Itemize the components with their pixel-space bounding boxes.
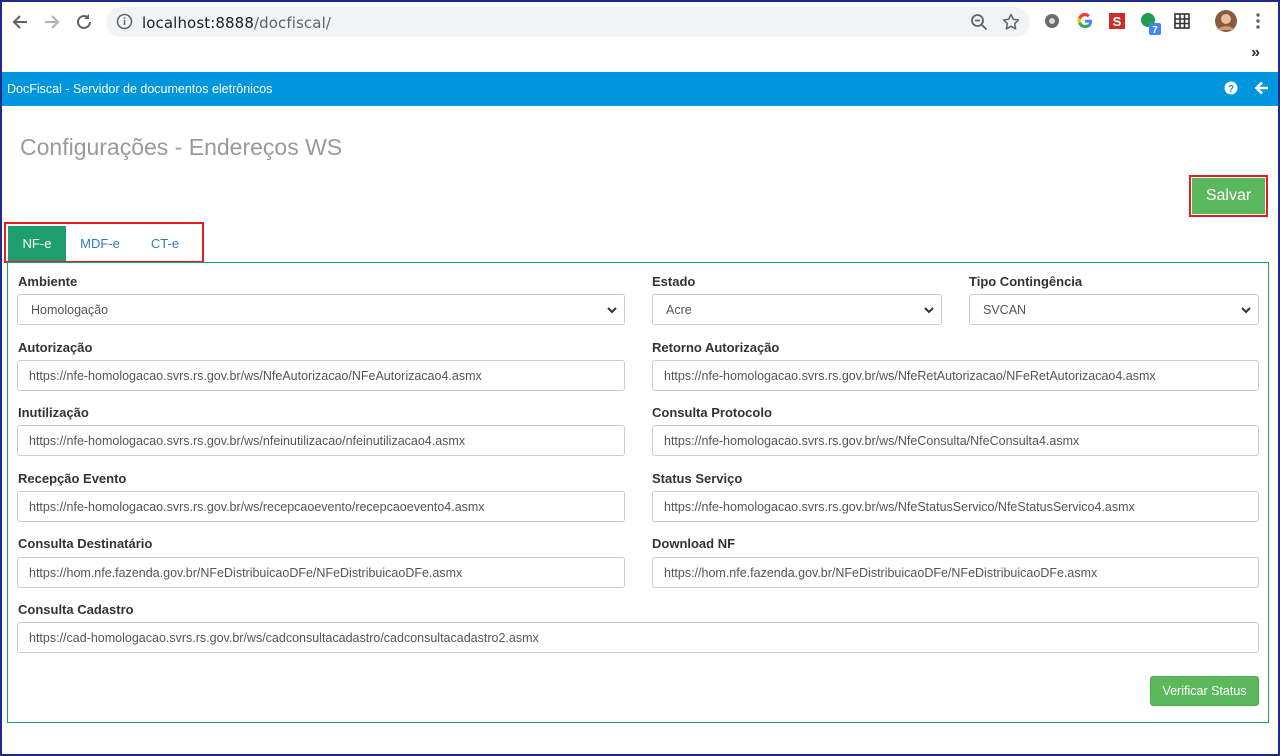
chevron-down-icon (1241, 307, 1251, 314)
contingencia-value: SVCAN (983, 302, 1027, 317)
estado-value: Acre (666, 302, 692, 317)
consulta-protocolo-input[interactable]: https://nfe-homologacao.svrs.rs.gov.br/w… (652, 425, 1259, 456)
download-nf-input[interactable]: https://hom.nfe.fazenda.gov.br/NFeDistri… (652, 557, 1259, 588)
svg-text:S: S (1113, 14, 1122, 29)
consulta-cadastro-input[interactable]: https://cad-homologacao.svrs.rs.gov.br/w… (17, 622, 1259, 653)
app-title: DocFiscal - Servidor de documentos eletr… (7, 82, 273, 96)
profile-avatar[interactable] (1214, 9, 1238, 33)
bookmark-star-icon[interactable] (1002, 13, 1020, 31)
download-nf-label: Download NF (652, 536, 736, 551)
svg-text:?: ? (1228, 84, 1234, 95)
reload-icon[interactable] (72, 10, 96, 34)
url-host: localhost:8888 (142, 14, 254, 32)
tab-cte[interactable]: CT-e (134, 226, 196, 261)
grid-extension-icon[interactable] (1172, 11, 1192, 31)
tab-nfe[interactable]: NF-e (8, 226, 66, 261)
address-bar[interactable]: localhost:8888/docfiscal/ (106, 7, 1030, 37)
chevron-down-icon (924, 307, 934, 314)
retorno-input[interactable]: https://nfe-homologacao.svrs.rs.gov.br/w… (652, 360, 1259, 391)
recepcao-evento-label: Recepção Evento (18, 471, 127, 486)
save-button[interactable]: Salvar (1192, 178, 1265, 214)
back-arrow-icon[interactable] (1254, 80, 1270, 96)
url-path: /docfiscal/ (253, 14, 331, 32)
zoom-out-icon[interactable] (970, 13, 988, 31)
ambiente-value: Homologação (31, 302, 109, 317)
back-arrow-icon[interactable] (8, 10, 32, 34)
url-text: localhost:8888/docfiscal/ (142, 14, 331, 32)
info-icon[interactable] (116, 13, 133, 30)
estado-select[interactable]: Acre (652, 294, 942, 325)
browser-menu-icon[interactable] (1248, 11, 1268, 31)
save-highlight: Salvar (1189, 175, 1268, 217)
extension-badge: 7 (1152, 25, 1158, 36)
contingencia-select[interactable]: SVCAN (969, 294, 1259, 325)
inutilizacao-label: Inutilização (18, 405, 89, 420)
green-extension-icon[interactable]: 7 (1139, 11, 1163, 37)
bookmarks-overflow-icon[interactable]: » (1251, 44, 1260, 62)
chevron-down-icon (607, 307, 617, 314)
consulta-protocolo-label: Consulta Protocolo (652, 405, 772, 420)
autorizacao-input[interactable]: https://nfe-homologacao.svrs.rs.gov.br/w… (17, 360, 625, 391)
browser-toolbar: localhost:8888/docfiscal/ S 7 » (2, 2, 1278, 72)
s-extension-icon[interactable]: S (1107, 11, 1127, 31)
estado-label: Estado (652, 274, 696, 289)
contingencia-label: Tipo Contingência (969, 274, 1083, 289)
tab-mdfe[interactable]: MDF-e (66, 226, 134, 261)
status-servico-label: Status Serviço (652, 471, 743, 486)
consulta-destinatario-label: Consulta Destinatário (18, 536, 153, 551)
tabs-highlight: NF-e MDF-e CT-e (4, 222, 204, 263)
help-icon[interactable]: ? (1224, 81, 1238, 95)
ambiente-select[interactable]: Homologação (17, 294, 625, 325)
consulta-cadastro-label: Consulta Cadastro (18, 602, 134, 617)
app-header: DocFiscal - Servidor de documentos eletr… (2, 72, 1278, 106)
retorno-label: Retorno Autorização (652, 340, 780, 355)
recepcao-evento-input[interactable]: https://nfe-homologacao.svrs.rs.gov.br/w… (17, 491, 625, 522)
status-servico-input[interactable]: https://nfe-homologacao.svrs.rs.gov.br/w… (652, 491, 1259, 522)
verify-status-button[interactable]: Verificar Status (1150, 676, 1259, 706)
forward-arrow-icon[interactable] (40, 10, 64, 34)
page-title: Configurações - Endereços WS (20, 134, 343, 160)
autorizacao-label: Autorização (18, 340, 93, 355)
consulta-destinatario-input[interactable]: https://hom.nfe.fazenda.gov.br/NFeDistri… (17, 557, 625, 588)
inutilizacao-input[interactable]: https://nfe-homologacao.svrs.rs.gov.br/w… (17, 425, 625, 456)
google-icon[interactable] (1075, 11, 1095, 31)
extension-circle-icon[interactable] (1042, 11, 1062, 31)
ambiente-label: Ambiente (18, 274, 78, 289)
